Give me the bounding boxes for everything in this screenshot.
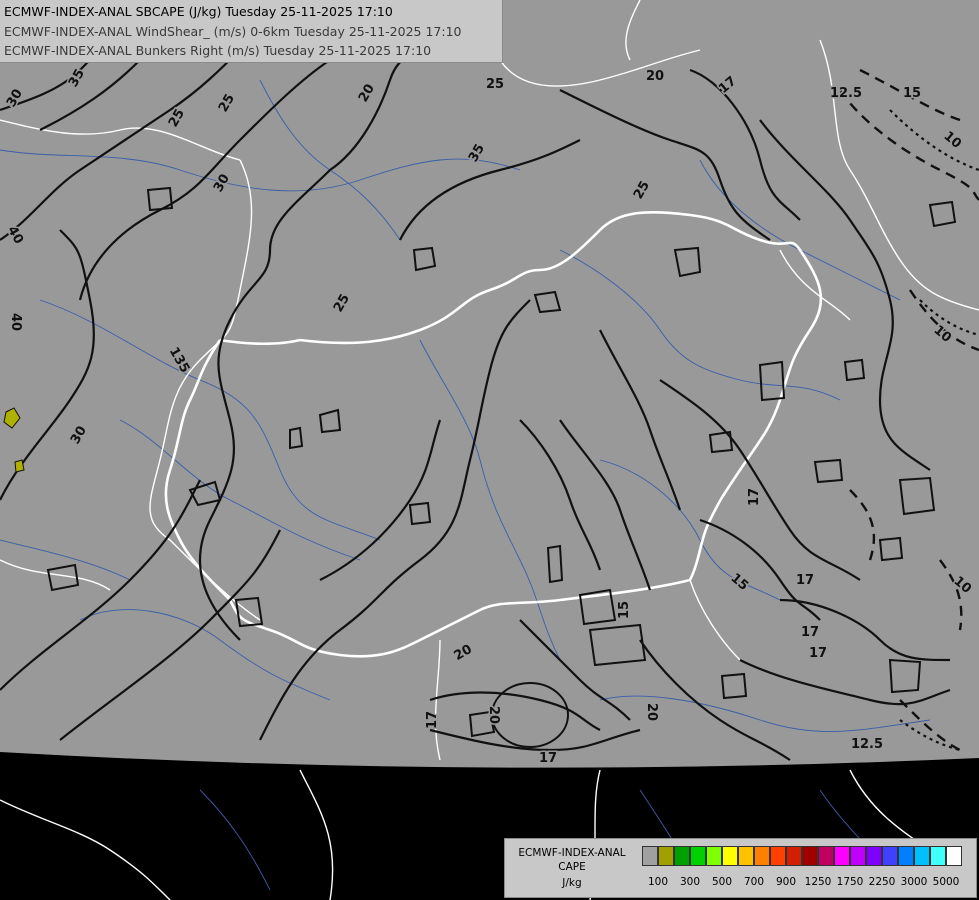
contour-label: 12.5 <box>830 86 862 101</box>
title-box: ECMWF-INDEX-ANAL SBCAPE (J/kg) Tuesday 2… <box>0 0 503 63</box>
legend-swatch <box>930 846 946 866</box>
contour-label: 17 <box>796 573 814 588</box>
contour-label: 17 <box>801 625 819 640</box>
legend-swatch <box>706 846 722 866</box>
legend-tick-label: 1250 <box>804 876 832 888</box>
contour-label: 17 <box>425 711 440 729</box>
contour-label: 12.5 <box>851 737 883 752</box>
legend-swatch <box>690 846 706 866</box>
data-area <box>0 0 979 768</box>
contour-label: 17 <box>747 488 762 506</box>
legend-tick-label: 1750 <box>836 876 864 888</box>
legend-swatch <box>914 846 930 866</box>
legend-swatch <box>898 846 914 866</box>
legend-tick-label: 700 <box>743 876 765 888</box>
legend-swatch <box>786 846 802 866</box>
legend-tick-label: 300 <box>679 876 701 888</box>
contour-label: 20 <box>646 69 664 84</box>
legend-swatch <box>674 846 690 866</box>
legend-swatch <box>802 846 818 866</box>
legend-tick-label: 900 <box>775 876 797 888</box>
legend-swatch <box>770 846 786 866</box>
legend-swatch <box>946 846 962 866</box>
legend-tick-label: 2250 <box>868 876 896 888</box>
contour-label: 40 <box>8 313 23 331</box>
legend-swatch <box>882 846 898 866</box>
weather-map: 3530 25 2025303525254040301352520 17 12.5 151… <box>0 0 979 900</box>
legend-swatch <box>866 846 882 866</box>
legend-title-model: ECMWF-INDEX-ANAL <box>518 847 626 859</box>
contour-label: 20 <box>644 703 659 721</box>
contour-label: 25 <box>486 77 504 92</box>
cape-legend: ECMWF-INDEX-ANAL CAPE J/kg 100 300 500 700 9… <box>504 838 977 898</box>
legend-tick-label: 500 <box>711 876 733 888</box>
contour-label: 17 <box>539 751 557 766</box>
legend-swatch <box>850 846 866 866</box>
legend-tick-label: 5000 <box>932 876 960 888</box>
contour-label: 15 <box>903 86 921 101</box>
title-sbcape: ECMWF-INDEX-ANAL SBCAPE (J/kg) Tuesday 2… <box>4 4 393 19</box>
contour-label: 17 <box>809 646 827 661</box>
legend-tick-label: 100 <box>647 876 669 888</box>
legend-swatch <box>642 846 658 866</box>
title-windshear: ECMWF-INDEX-ANAL WindShear_ (m/s) 0-6km … <box>4 24 462 39</box>
contour-label: 20 <box>486 706 501 724</box>
legend-swatch <box>834 846 850 866</box>
legend-swatch <box>722 846 738 866</box>
contour-label: 15 <box>617 601 632 619</box>
legend-title-variable: CAPE <box>558 861 586 873</box>
legend-swatch <box>754 846 770 866</box>
legend-swatch <box>818 846 834 866</box>
legend-title-unit: J/kg <box>562 877 582 889</box>
legend-swatch <box>658 846 674 866</box>
title-bunkers: ECMWF-INDEX-ANAL Bunkers Right (m/s) Tue… <box>4 43 432 58</box>
legend-tick-label: 3000 <box>900 876 928 888</box>
legend-swatch <box>738 846 754 866</box>
